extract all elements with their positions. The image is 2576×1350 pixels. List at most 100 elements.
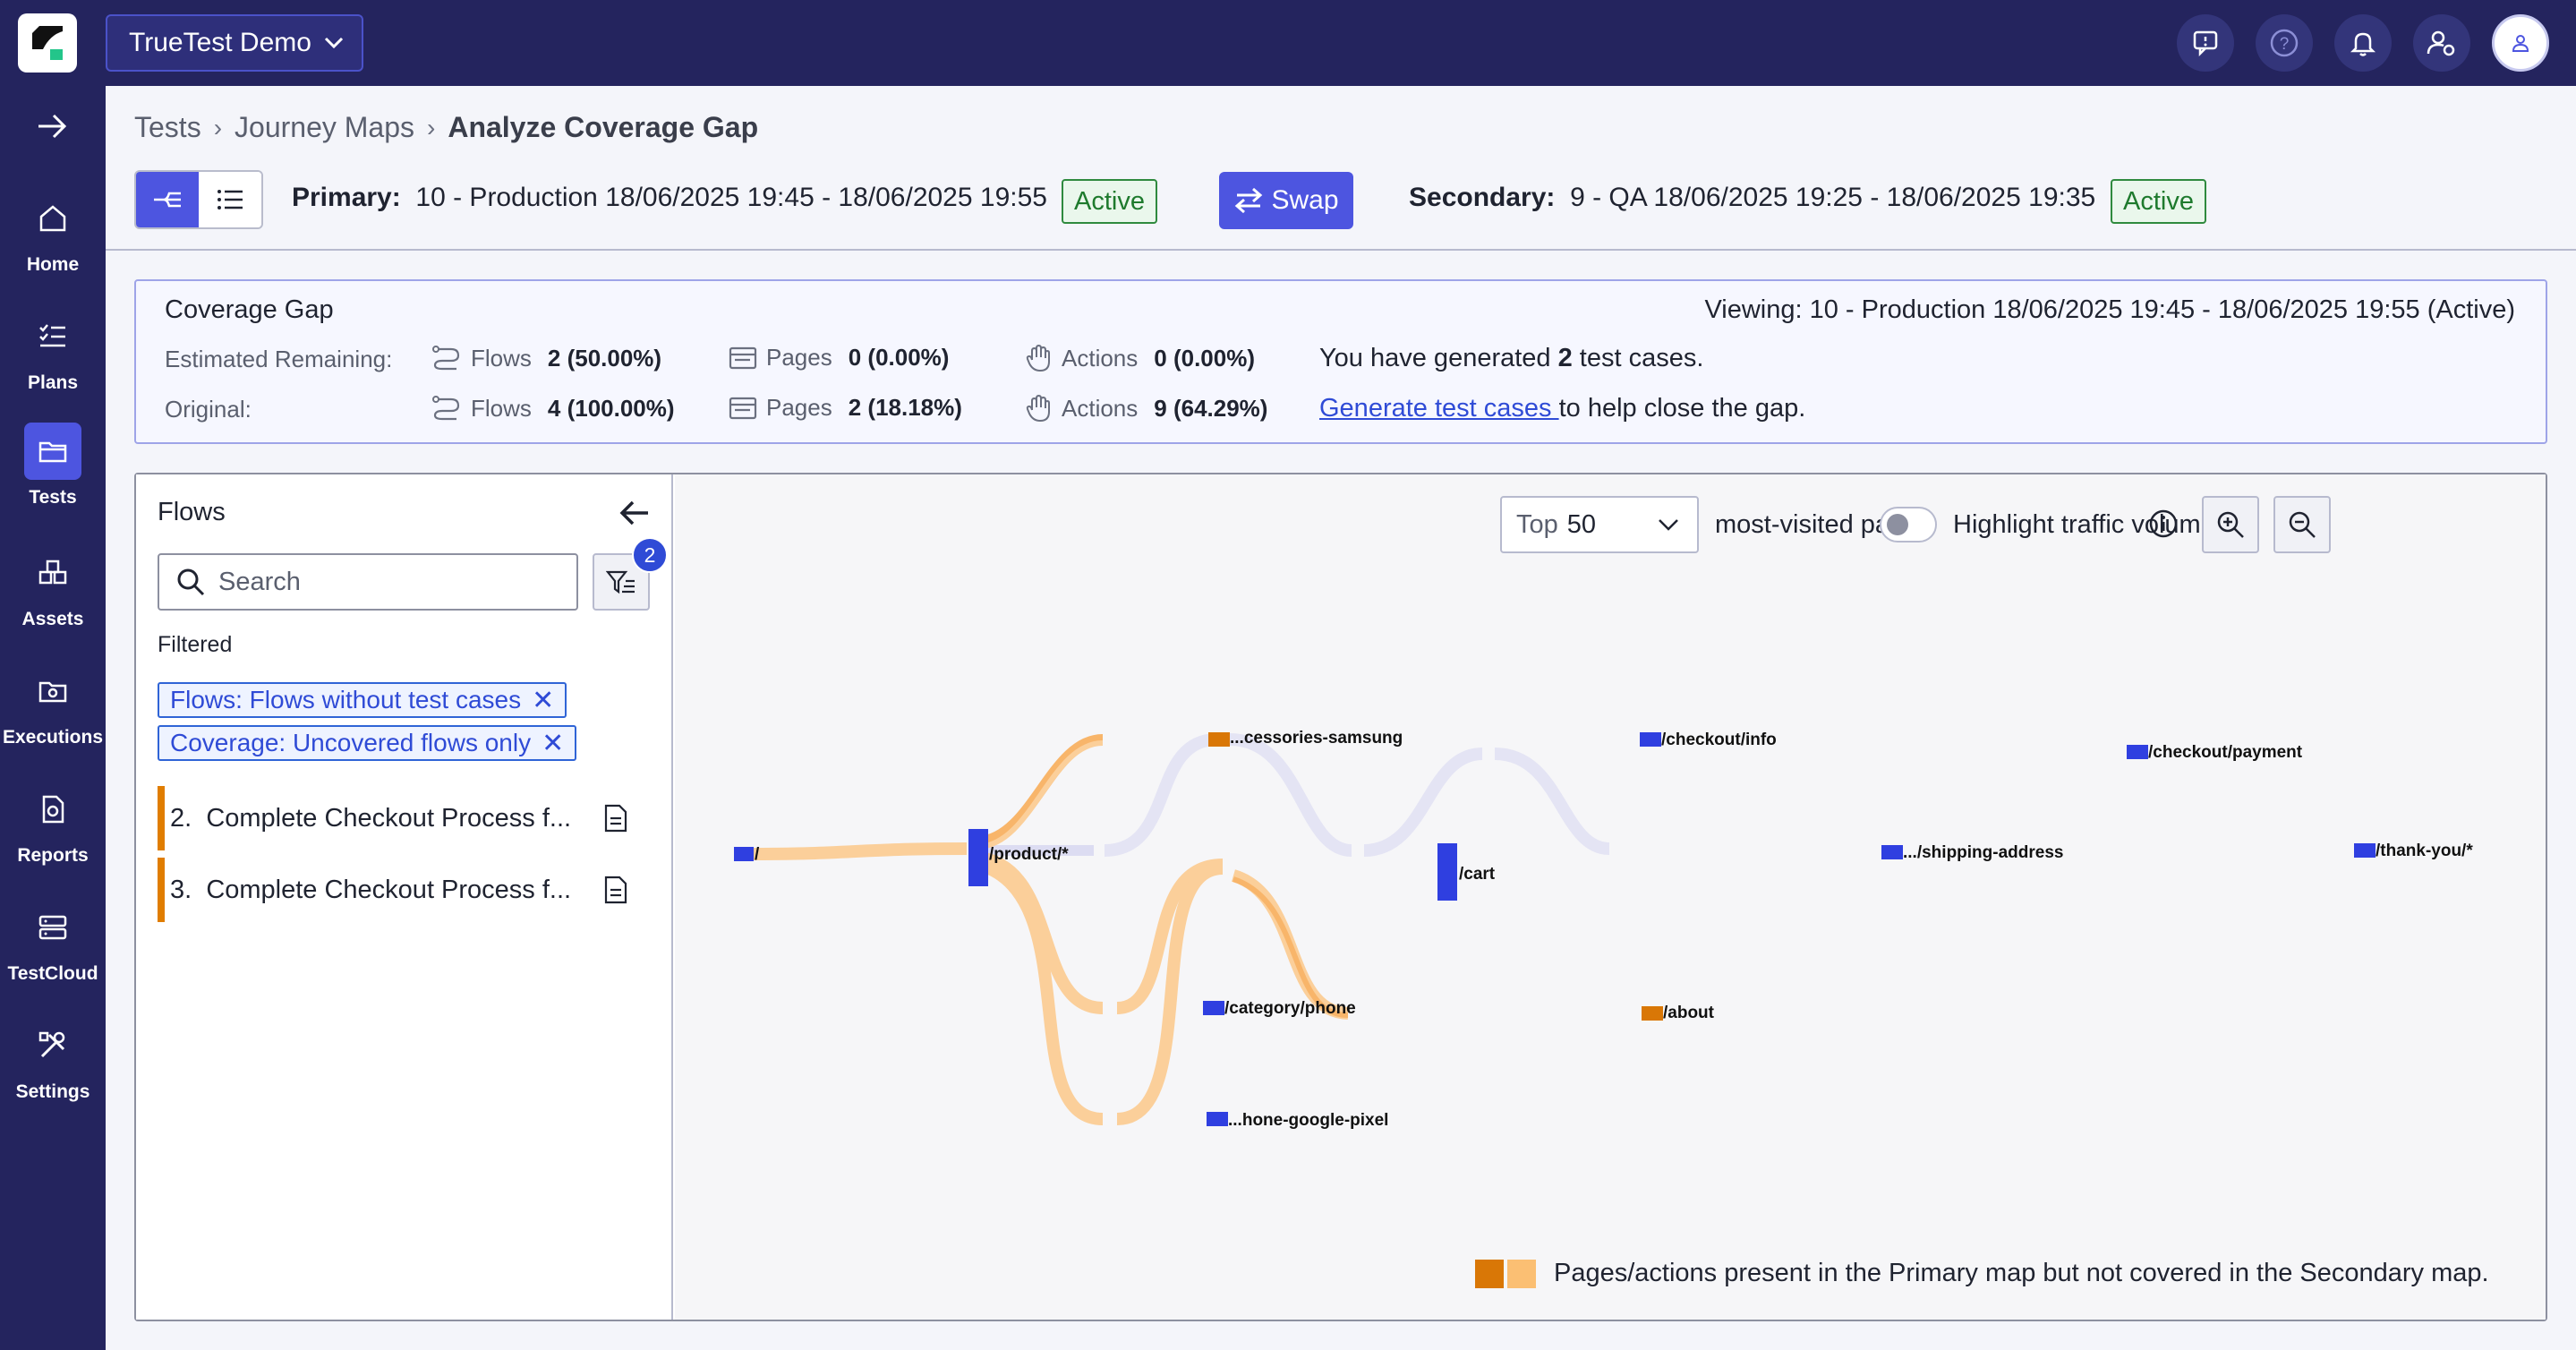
list-item[interactable]: 2. Complete Checkout Process f... (158, 786, 641, 850)
tools-icon (38, 1031, 65, 1058)
secondary-info: Secondary: 9 - QA 18/06/2025 19:25 - 18/… (1409, 183, 2095, 213)
sidebar-item-home[interactable]: Home (0, 190, 106, 276)
chevron-right-icon: › (213, 113, 223, 141)
filter-count-badge: 2 (632, 537, 668, 573)
coverage-gap-panel: Coverage Gap Viewing: 10 - Production 18… (134, 279, 2547, 444)
journey-map-canvas[interactable] (675, 474, 2546, 1320)
top-select-value: 50 (1566, 509, 1597, 539)
breadcrumb-journey-maps[interactable]: Journey Maps (235, 111, 414, 144)
original-pages: Pages 2 (18.18%) (729, 394, 962, 422)
sidebar-item-reports[interactable]: Reports (0, 781, 106, 867)
search-field[interactable] (158, 553, 578, 611)
zoom-in-button[interactable] (2202, 496, 2259, 553)
generated-message: You have generated 2 test cases. (1319, 344, 1703, 373)
close-icon[interactable]: ✕ (532, 685, 554, 716)
coverage-gap-title: Coverage Gap (165, 295, 334, 324)
page-title: Analyze Coverage Gap (448, 111, 759, 143)
top-bar: TrueTest Demo ? (0, 0, 2576, 86)
original-actions-value: 9 (64.29%) (1154, 394, 1268, 422)
link-cart-checkout-info (1104, 733, 1218, 857)
legend-text: Pages/actions present in the Primary map… (1554, 1259, 2489, 1287)
search-input[interactable] (218, 567, 559, 597)
user-icon (2512, 35, 2529, 52)
zoom-out-icon (2289, 511, 2316, 538)
original-pages-value: 2 (18.18%) (848, 394, 962, 421)
sidebar-item-plans[interactable]: Plans (0, 308, 106, 394)
filter-chip-coverage[interactable]: Coverage: Uncovered flows only ✕ (158, 725, 577, 761)
estimated-actions-value: 0 (0.00%) (1154, 344, 1255, 372)
folder-icon (38, 441, 67, 463)
viewing-info: Viewing: 10 - Production 18/06/2025 19:4… (1704, 295, 2515, 324)
app-logo[interactable] (18, 13, 77, 73)
estimated-flows-value: 2 (50.00%) (547, 344, 662, 372)
zoom-out-button[interactable] (2273, 496, 2331, 553)
filter-chip-label: Flows: Flows without test cases (170, 686, 522, 713)
bell-icon (2350, 32, 2376, 56)
filter-chip-flows[interactable]: Flows: Flows without test cases ✕ (158, 682, 567, 718)
chevron-right-icon: › (427, 113, 436, 141)
sidebar: Home Plans Tests Assets Executions Repor… (0, 86, 106, 1350)
project-selector[interactable]: TrueTest Demo (106, 14, 363, 72)
list-view-button[interactable] (199, 172, 261, 227)
top-pages-select[interactable]: Top 50 (1500, 496, 1699, 553)
sidebar-item-label: Plans (27, 372, 79, 393)
primary-label: Primary: (292, 183, 401, 212)
flow-index: 3. (170, 875, 192, 904)
sidebar-item-tests[interactable]: Tests (0, 423, 106, 508)
swap-label: Swap (1271, 185, 1339, 215)
flows-panel: Flows 2 Filtered Flows: Flows without te… (136, 474, 673, 1320)
close-icon[interactable]: ✕ (542, 728, 564, 759)
link-product-pixel (977, 859, 1104, 1125)
home-icon (39, 205, 66, 232)
map-legend: Pages/actions present in the Primary map… (1475, 1259, 2489, 1288)
highlight-traffic-toggle[interactable] (1880, 507, 1937, 543)
list-icon (218, 190, 243, 209)
user-settings-button[interactable] (2413, 14, 2470, 72)
flows-label: Flows (471, 394, 532, 422)
svg-text:?: ? (2280, 35, 2290, 54)
checklist-icon (39, 324, 65, 347)
notifications-button[interactable] (2334, 14, 2392, 72)
generated-pre: You have generated (1319, 344, 1558, 372)
expand-sidebar-button[interactable] (36, 113, 68, 144)
arrow-left-icon (619, 500, 648, 525)
sidebar-item-testcloud[interactable]: TestCloud (0, 899, 106, 985)
document-icon[interactable] (603, 804, 628, 833)
original-actions: Actions 9 (64.29%) (1024, 394, 1267, 423)
estimated-actions: Actions 0 (0.00%) (1024, 344, 1255, 372)
flows-label: Flows (471, 344, 532, 372)
pages-label: Pages (766, 394, 832, 421)
flows-icon (432, 346, 460, 371)
legend-swatch-dark (1475, 1259, 1504, 1288)
sidebar-item-assets[interactable]: Assets (0, 544, 106, 630)
flow-map-icon (154, 192, 181, 208)
generate-test-cases-link[interactable]: Generate test cases (1319, 394, 1559, 423)
help-button[interactable]: ? (2256, 14, 2313, 72)
primary-value: 10 - Production 18/06/2025 19:45 - 18/06… (415, 183, 1047, 212)
hand-icon (1026, 344, 1050, 372)
map-view-button[interactable] (136, 172, 199, 227)
help-icon: ? (2270, 29, 2299, 57)
info-icon[interactable] (2148, 508, 2179, 539)
primary-status-badge: Active (1062, 179, 1157, 224)
journey-map-container: Flows 2 Filtered Flows: Flows without te… (134, 473, 2547, 1321)
user-gear-icon (2427, 30, 2455, 56)
sidebar-item-executions[interactable]: Executions (0, 662, 106, 748)
swap-button[interactable]: Swap (1219, 172, 1353, 229)
filter-chip-label: Coverage: Uncovered flows only (170, 729, 532, 756)
filtered-label: Filtered (158, 632, 233, 657)
journey-map: / /product/* ...cessories-samsung /categ… (675, 474, 2546, 1320)
generate-post: to help close the gap. (1558, 394, 1806, 423)
secondary-status-badge: Active (2111, 179, 2206, 224)
breadcrumb-tests[interactable]: Tests (134, 111, 201, 144)
feedback-button[interactable] (2177, 14, 2234, 72)
collapse-panel-button[interactable] (619, 500, 650, 531)
sidebar-item-settings[interactable]: Settings (0, 1017, 106, 1103)
server-icon (38, 915, 67, 940)
page-icon (729, 346, 757, 369)
list-item[interactable]: 3. Complete Checkout Process f... (158, 858, 641, 922)
avatar[interactable] (2492, 14, 2549, 72)
document-icon[interactable] (603, 876, 628, 904)
sidebar-item-label: Executions (2, 727, 104, 748)
original-label: Original: (165, 396, 252, 423)
